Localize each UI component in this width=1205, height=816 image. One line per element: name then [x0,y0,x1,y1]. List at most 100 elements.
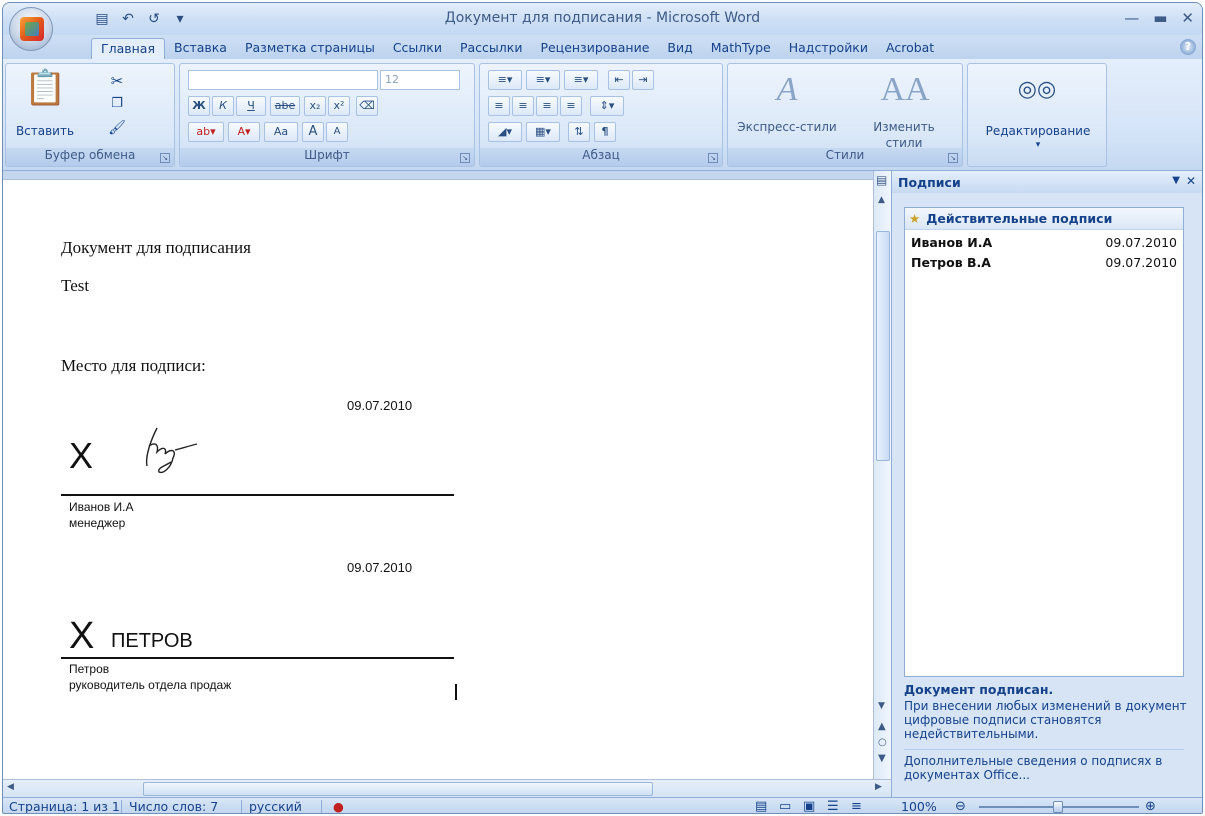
binoculars-icon[interactable]: ◎◎ [1012,72,1062,108]
office-button[interactable] [9,7,53,51]
paste-button[interactable]: Вставить [10,124,80,138]
signature-2-line[interactable] [61,657,454,659]
font-color-icon[interactable]: A▾ [228,122,260,142]
font-launcher-icon[interactable]: ↘ [460,153,470,163]
zoom-in-icon[interactable]: ⊕ [1145,799,1156,813]
editing-button[interactable]: Редактирование [968,124,1108,138]
change-case-button[interactable]: Aa [264,122,298,142]
subscript-button[interactable]: x₂ [304,96,326,116]
browse-object-icon[interactable]: ○ [878,737,887,748]
signature-1-role: менеджер [69,516,126,530]
next-page-icon[interactable]: ▼ [878,753,886,764]
multilevel-list-icon[interactable]: ≡▾ [564,70,598,90]
scroll-up-icon[interactable]: ▲ [878,195,885,205]
paste-icon[interactable]: 📋 [24,70,66,106]
signature-2-x-mark: X [69,615,95,657]
increase-indent-icon[interactable]: ⇥ [632,70,654,90]
web-layout-view-icon[interactable]: ▣ [803,799,815,813]
cut-icon[interactable]: ✂ [106,72,128,90]
sort-icon[interactable]: ⇅ [568,122,590,142]
grow-font-button[interactable]: A [302,122,324,142]
minimize-icon[interactable]: — [1124,9,1139,27]
signature-list-item[interactable]: Иванов И.А 09.07.2010 [905,230,1183,250]
tab-addins[interactable]: Надстройки [780,38,877,59]
styles-launcher-icon[interactable]: ↘ [948,153,958,163]
zoom-out-icon[interactable]: ⊖ [955,799,966,813]
window-controls: — ▬ ✕ [1124,9,1194,27]
horizontal-scrollbar[interactable]: ◀ ▶ [3,779,891,797]
tab-mathtype[interactable]: MathType [702,38,780,59]
vertical-scroll-thumb[interactable] [876,231,890,461]
align-right-icon[interactable]: ≡ [536,96,558,116]
clipboard-group: 📋 Вставить ✂ ❐ 🖌 Буфер обмена ↘ [5,63,175,167]
signature-1-line[interactable] [61,494,454,496]
signature-list-item[interactable]: Петров В.А 09.07.2010 [905,250,1183,270]
more-info-link[interactable]: Дополнительные сведения о подписях в док… [904,749,1184,782]
print-layout-view-icon[interactable]: ▤ [755,799,767,813]
align-left-icon[interactable]: ≡ [488,96,510,116]
scroll-right-icon[interactable]: ▶ [875,782,882,792]
zoom-slider-thumb[interactable] [1053,801,1063,813]
status-word-count[interactable]: Число слов: 7 [129,799,218,813]
editing-dropdown-icon[interactable]: ▾ [968,140,1108,150]
signature-status-icon[interactable]: ● [333,799,344,813]
justify-icon[interactable]: ≡ [560,96,582,116]
clear-formatting-icon[interactable]: ⌫ [356,96,378,116]
decrease-indent-icon[interactable]: ⇤ [608,70,630,90]
highlight-color-icon[interactable]: ab▾ [188,122,224,142]
reading-layout-view-icon[interactable]: ▭ [779,799,791,813]
scroll-left-icon[interactable]: ◀ [7,782,14,792]
draft-view-icon[interactable]: ≡ [851,799,862,813]
copy-icon[interactable]: ❐ [106,96,128,111]
valid-signatures-header: ★ Действительные подписи [905,208,1183,230]
format-painter-icon[interactable]: 🖌 [106,120,128,136]
underline-button[interactable]: Ч [236,96,266,116]
ruler-toggle-icon[interactable]: ▤ [876,173,887,187]
change-styles-icon[interactable]: AA [880,72,930,108]
numbering-icon[interactable]: ≡▾ [526,70,560,90]
document-page[interactable]: Документ для подписания Test Место для п… [3,179,873,779]
pane-close-icon[interactable]: ✕ [1186,174,1196,188]
show-formatting-button[interactable]: ¶ [594,122,616,142]
align-center-icon[interactable]: ≡ [512,96,534,116]
font-size-select[interactable]: 12 [380,70,460,90]
tab-page-layout[interactable]: Разметка страницы [236,38,384,59]
test-text: Test [61,276,90,295]
shrink-font-button[interactable]: A [326,122,348,142]
tab-insert[interactable]: Вставка [165,38,236,59]
tab-mailings[interactable]: Рассылки [451,38,531,59]
bullets-icon[interactable]: ≡▾ [488,70,522,90]
bold-button[interactable]: Ж [188,96,210,116]
line-spacing-icon[interactable]: ⇕▾ [590,96,624,116]
previous-page-icon[interactable]: ▲ [878,721,886,732]
outline-view-icon[interactable]: ☰ [827,799,839,813]
maximize-icon[interactable]: ▬ [1153,9,1167,27]
help-icon[interactable]: ? [1180,39,1196,55]
quick-styles-icon[interactable]: A [762,72,812,108]
tab-view[interactable]: Вид [658,38,701,59]
close-icon[interactable]: ✕ [1181,9,1194,27]
tab-references[interactable]: Ссылки [384,38,451,59]
borders-icon[interactable]: ▦▾ [526,122,560,142]
shading-icon[interactable]: ◢▾ [488,122,522,142]
paragraph-launcher-icon[interactable]: ↘ [708,153,718,163]
strikethrough-button[interactable]: abe [270,96,300,116]
vertical-scrollbar[interactable]: ▤ ▲ ▼ ▲ ○ ▼ [873,171,891,779]
tab-home[interactable]: Главная [91,38,165,59]
scroll-down-icon[interactable]: ▼ [878,701,885,711]
quick-styles-button[interactable]: Экспресс-стили [728,120,846,134]
font-name-select[interactable] [188,70,378,90]
italic-button[interactable]: К [212,96,234,116]
change-styles-button[interactable]: Изменить [864,120,944,134]
tab-acrobat[interactable]: Acrobat [877,38,943,59]
status-language[interactable]: русский [249,799,302,813]
zoom-level[interactable]: 100% [901,799,937,813]
pane-menu-icon[interactable]: ▼ [1172,175,1180,186]
tab-review[interactable]: Рецензирование [531,38,658,59]
document-title-text: Документ для подписания [61,238,251,257]
signature-list-name: Петров В.А [911,255,991,270]
clipboard-launcher-icon[interactable]: ↘ [160,153,170,163]
horizontal-scroll-thumb[interactable] [143,782,653,796]
status-page[interactable]: Страница: 1 из 1 [9,799,120,813]
superscript-button[interactable]: x² [328,96,350,116]
